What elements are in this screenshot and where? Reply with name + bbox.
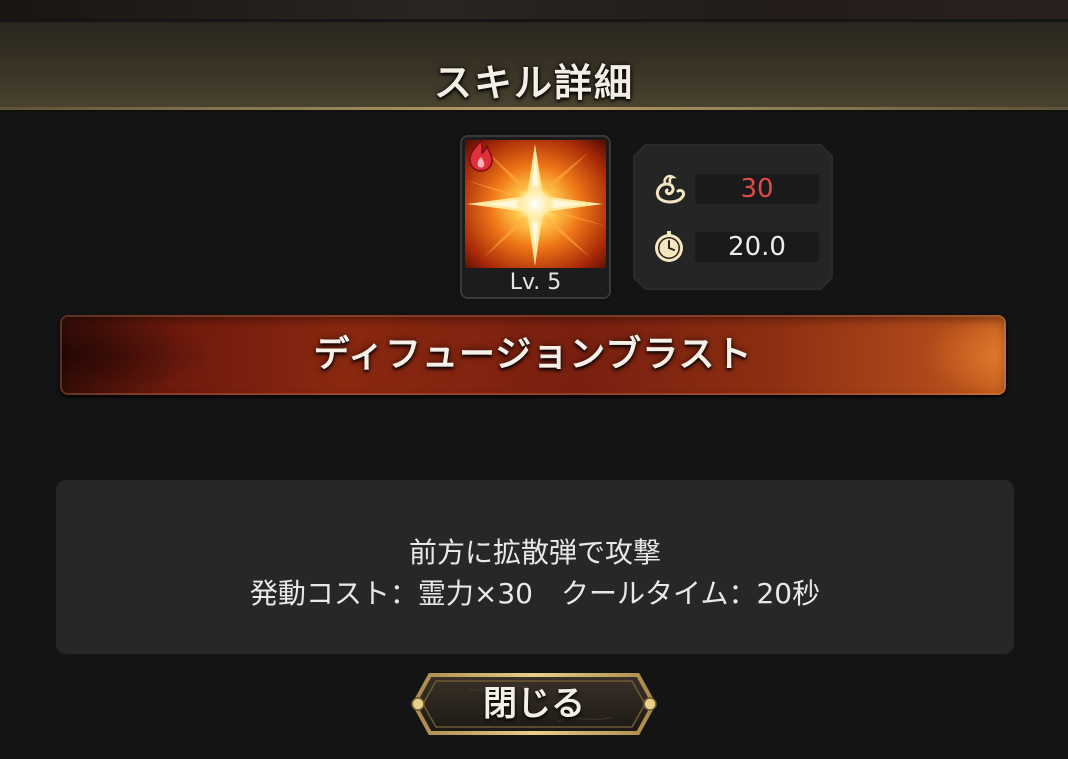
skill-icon: Lv. 5 bbox=[462, 137, 609, 297]
dialog-title: スキル詳細 bbox=[433, 61, 634, 105]
skill-stats-panel: 30 20.0 bbox=[633, 144, 833, 290]
background-strip bbox=[0, 0, 1068, 22]
skill-detail-screen: スキル詳細 Lv. 5 30 20.0 ディフュージョンブラスト 前方に拡散弾で… bbox=[0, 0, 1068, 759]
cooldown-value: 20.0 bbox=[728, 232, 786, 262]
cost-row: 30 bbox=[651, 172, 819, 206]
spirit-icon bbox=[655, 174, 685, 204]
cooldown-row: 20.0 bbox=[651, 230, 819, 264]
skill-cost-cooldown-text: 発動コスト：霊力×30 クールタイム：20秒 bbox=[249, 577, 821, 610]
close-button[interactable]: 閉じる bbox=[408, 669, 660, 739]
dialog-header: スキル詳細 bbox=[0, 22, 1068, 110]
stopwatch-icon bbox=[655, 231, 683, 262]
skill-description: 前方に拡散弾で攻撃 bbox=[408, 536, 661, 569]
close-button-label: 閉じる bbox=[483, 684, 585, 724]
skill-name-banner: ディフュージョンブラスト bbox=[60, 315, 1006, 395]
fire-icon bbox=[469, 139, 493, 172]
skill-level: Lv. 5 bbox=[462, 269, 609, 297]
cost-value: 30 bbox=[740, 174, 774, 204]
skill-name: ディフュージョンブラスト bbox=[313, 334, 753, 375]
skill-stats-inner: 30 20.0 bbox=[635, 146, 831, 288]
skill-description-box: 前方に拡散弾で攻撃 発動コスト：霊力×30 クールタイム：20秒 bbox=[56, 480, 1014, 654]
